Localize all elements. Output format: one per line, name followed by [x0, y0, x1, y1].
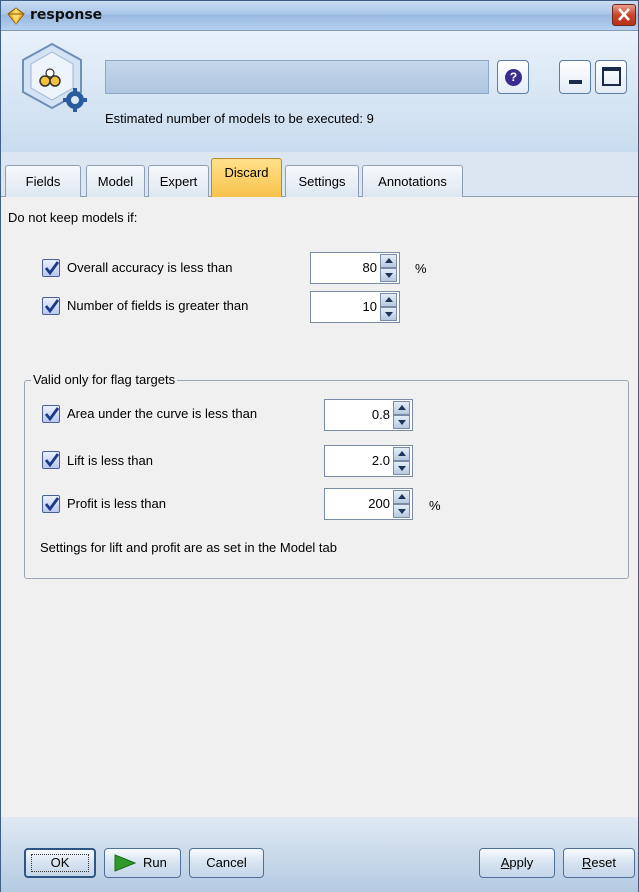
checkmark-icon [44, 261, 60, 276]
accuracy-spinner[interactable]: 80 [310, 252, 400, 284]
minimize-icon [569, 80, 582, 84]
profit-spinner[interactable]: 200 [324, 488, 413, 520]
checkmark-icon [44, 299, 60, 314]
help-button[interactable]: ? [497, 60, 529, 94]
accuracy-label: Overall accuracy is less than [67, 260, 233, 275]
title-bar[interactable]: response [1, 1, 638, 31]
checkmark-icon [44, 497, 60, 512]
reset-button[interactable]: Reset [563, 848, 635, 878]
fields-checkbox[interactable] [42, 297, 60, 315]
spin-down-button[interactable] [393, 504, 410, 518]
reset-label-rest: eset [591, 855, 616, 870]
profit-value: 200 [368, 496, 390, 511]
lift-profit-note: Settings for lift and profit are as set … [40, 540, 337, 555]
tab-settings[interactable]: Settings [285, 165, 359, 197]
checkmark-icon [44, 453, 60, 468]
window-title: response [30, 7, 103, 23]
fields-value: 10 [362, 299, 377, 314]
estimated-models-text: Estimated number of models to be execute… [105, 111, 374, 126]
maximize-button[interactable] [595, 60, 627, 94]
auc-label: Area under the curve is less than [67, 406, 258, 421]
model-node-icon [22, 42, 87, 112]
discard-panel: Do not keep models if: Overall accuracy … [1, 197, 638, 817]
spin-up-button[interactable] [393, 490, 410, 504]
apply-label-rest: pply [509, 855, 534, 870]
tab-strip: Fields Model Expert Discard Settings Ann… [1, 152, 638, 198]
node-name-field[interactable] [105, 60, 489, 94]
accuracy-value: 80 [362, 260, 377, 275]
profit-label: Profit is less than [67, 496, 166, 511]
ok-button[interactable]: OK [24, 848, 96, 878]
diamond-node-icon [7, 7, 25, 25]
dialog-header: ? Estimated number of models to be execu… [1, 32, 638, 152]
reset-mnemonic: R [582, 855, 592, 870]
close-button[interactable] [612, 4, 636, 26]
lift-spinner[interactable]: 2.0 [324, 445, 413, 477]
run-label: Run [143, 855, 167, 870]
spin-up-button[interactable] [380, 293, 397, 307]
play-icon [114, 854, 137, 872]
tab-fields[interactable]: Fields [5, 165, 81, 197]
auc-spinner[interactable]: 0.8 [324, 399, 413, 431]
run-button[interactable]: Run [104, 848, 181, 878]
spin-up-button[interactable] [380, 254, 397, 268]
tab-expert[interactable]: Expert [148, 165, 209, 197]
apply-button[interactable]: Apply [479, 848, 555, 878]
auc-value: 0.8 [371, 407, 390, 422]
flag-targets-legend: Valid only for flag targets [31, 372, 178, 387]
spin-down-button[interactable] [380, 307, 397, 321]
spin-down-button[interactable] [393, 415, 410, 429]
spin-down-button[interactable] [380, 268, 397, 282]
profit-unit: % [429, 498, 441, 513]
ok-label: OK [31, 854, 89, 872]
accuracy-checkbox[interactable] [42, 259, 60, 277]
minimize-button[interactable] [559, 60, 591, 94]
discard-heading: Do not keep models if: [8, 210, 138, 225]
lift-checkbox[interactable] [42, 451, 60, 469]
close-icon [618, 8, 630, 21]
auc-checkbox[interactable] [42, 405, 60, 423]
cancel-button[interactable]: Cancel [189, 848, 264, 878]
profit-checkbox[interactable] [42, 495, 60, 513]
button-bar: OK Run Cancel Apply Reset [1, 817, 638, 892]
accuracy-unit: % [415, 261, 427, 276]
maximize-icon [602, 67, 621, 86]
lift-label: Lift is less than [67, 453, 153, 468]
spin-up-button[interactable] [393, 447, 410, 461]
tab-model[interactable]: Model [86, 165, 145, 197]
spin-down-button[interactable] [393, 461, 410, 475]
tab-annotations[interactable]: Annotations [362, 165, 463, 197]
tab-discard[interactable]: Discard [211, 158, 282, 198]
lift-value: 2.0 [371, 453, 390, 468]
help-icon: ? [505, 69, 522, 86]
dialog-window: response ? Estimated number of models to… [0, 0, 639, 892]
fields-spinner[interactable]: 10 [310, 291, 400, 323]
fields-label: Number of fields is greater than [67, 298, 249, 313]
checkmark-icon [44, 407, 60, 422]
spin-up-button[interactable] [393, 401, 410, 415]
